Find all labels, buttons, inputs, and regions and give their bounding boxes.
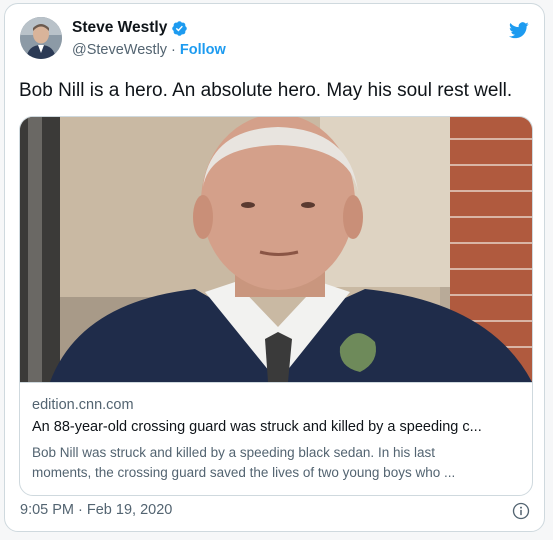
link-card[interactable]: edition.cnn.com An 88-year-old crossing … [19, 116, 533, 496]
tweet-embed: Steve Westly @SteveWestly · Follow Bob N… [4, 3, 545, 532]
card-headline: An 88-year-old crossing guard was struck… [32, 419, 482, 435]
card-description-line: moments, the crossing guard saved the li… [32, 465, 456, 480]
author-handle[interactable]: @SteveWestly [72, 42, 167, 58]
card-image[interactable] [20, 117, 532, 382]
verified-badge-icon [172, 20, 188, 36]
card-body[interactable]: edition.cnn.com An 88-year-old crossing … [20, 382, 532, 495]
card-description: Bob Nill was struck and killed by a spee… [32, 443, 522, 483]
tweet-text: Bob Nill is a hero. An absolute hero. Ma… [19, 80, 513, 101]
twitter-bird-icon[interactable] [508, 20, 530, 40]
avatar[interactable] [20, 17, 62, 59]
follow-button[interactable]: Follow [180, 42, 226, 58]
card-domain: edition.cnn.com [32, 397, 134, 413]
info-icon[interactable] [512, 502, 530, 520]
card-description-line: Bob Nill was struck and killed by a spee… [32, 445, 435, 460]
author-name[interactable]: Steve Westly [72, 19, 167, 37]
tweet-timestamp[interactable]: 9:05 PM · Feb 19, 2020 [20, 502, 172, 518]
separator-dot: · [171, 42, 176, 58]
